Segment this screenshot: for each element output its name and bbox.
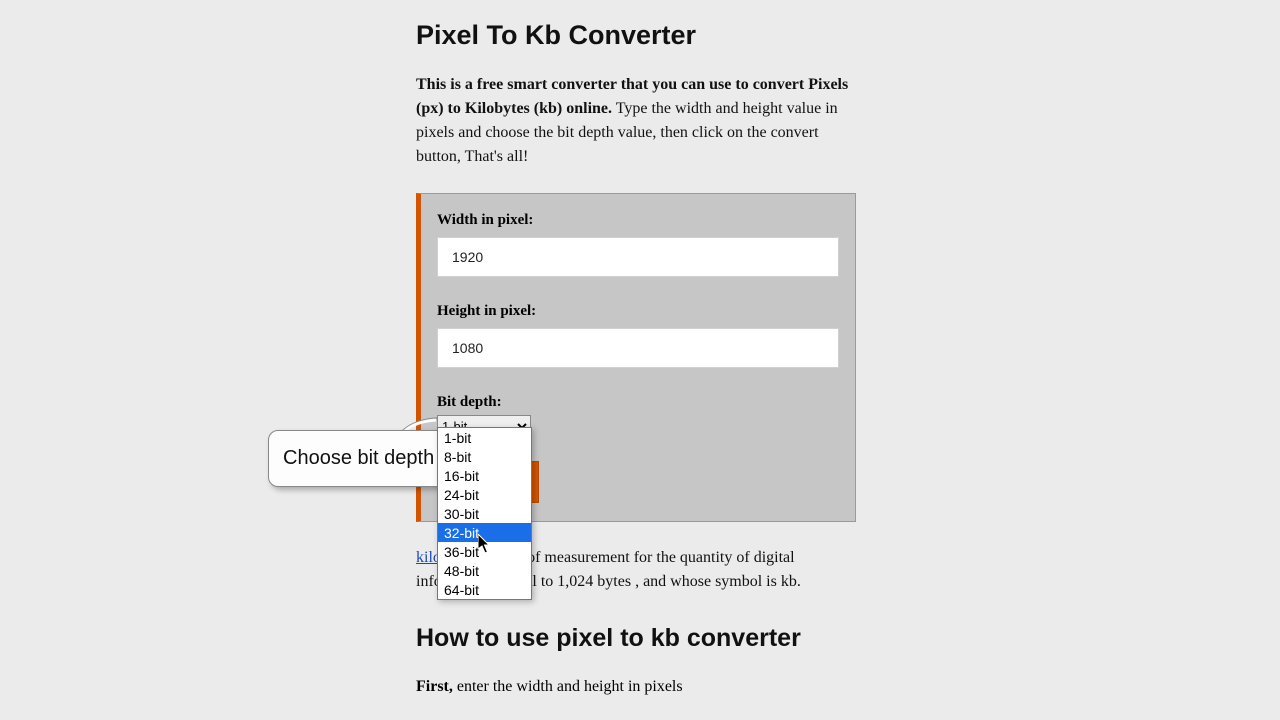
bitdepth-option[interactable]: 24-bit bbox=[438, 485, 531, 504]
width-input[interactable] bbox=[437, 237, 839, 277]
bitdepth-dropdown-list[interactable]: 1-bit8-bit16-bit24-bit30-bit32-bit36-bit… bbox=[437, 427, 532, 600]
bitdepth-option[interactable]: 1-bit bbox=[438, 428, 531, 447]
bitdepth-option[interactable]: 8-bit bbox=[438, 447, 531, 466]
width-label: Width in pixel: bbox=[437, 212, 839, 229]
height-input[interactable] bbox=[437, 328, 839, 368]
bitdepth-option[interactable]: 32-bit bbox=[438, 523, 531, 542]
bitdepth-option[interactable]: 64-bit bbox=[438, 580, 531, 599]
bitdepth-label: Bit depth: bbox=[437, 394, 839, 411]
bitdepth-option[interactable]: 30-bit bbox=[438, 504, 531, 523]
intro-paragraph: This is a free smart converter that you … bbox=[416, 73, 856, 169]
height-label: Height in pixel: bbox=[437, 303, 839, 320]
step-1: First, enter the width and height in pix… bbox=[416, 675, 856, 699]
bitdepth-option[interactable]: 36-bit bbox=[438, 542, 531, 561]
tooltip-choose-bit-depth: Choose bit depth bbox=[268, 430, 449, 487]
bitdepth-option[interactable]: 16-bit bbox=[438, 466, 531, 485]
bitdepth-option[interactable]: 48-bit bbox=[438, 561, 531, 580]
page-title: Pixel To Kb Converter bbox=[416, 20, 856, 51]
howto-heading: How to use pixel to kb converter bbox=[416, 624, 856, 653]
step-1-bold: First, bbox=[416, 678, 453, 695]
step-1-rest: enter the width and height in pixels bbox=[453, 678, 683, 695]
